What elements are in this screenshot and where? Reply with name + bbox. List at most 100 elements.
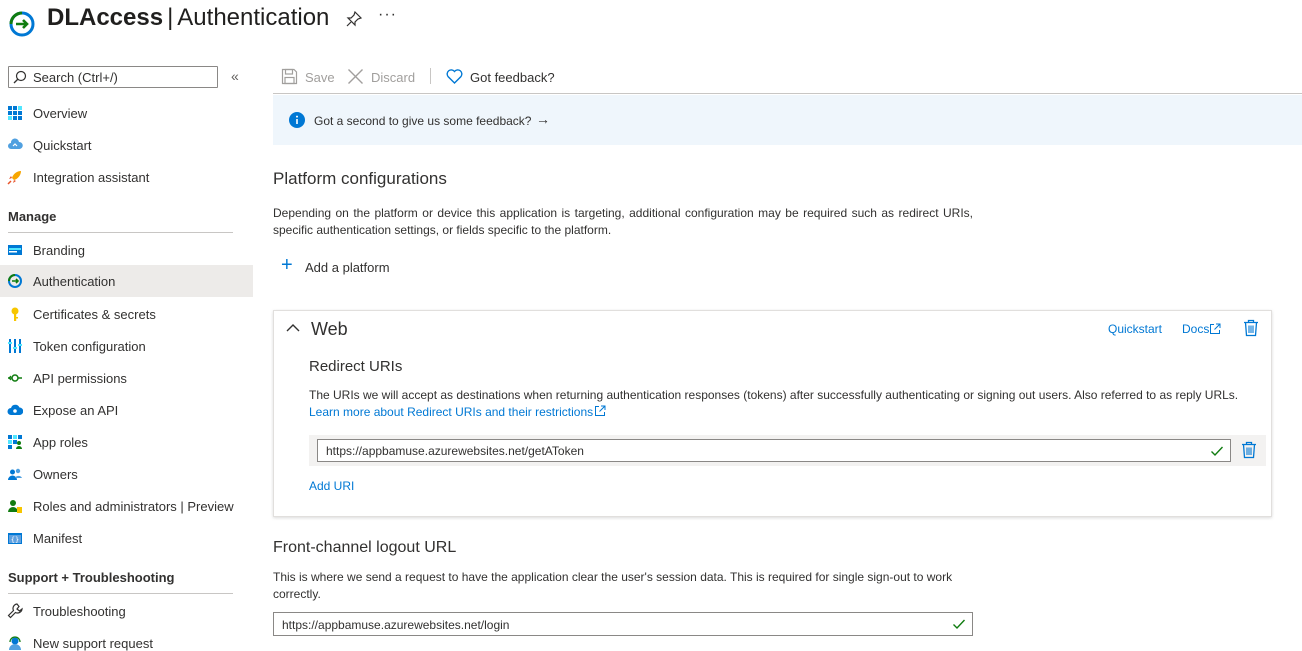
sidebar-item-roles-administrators[interactable]: Roles and administrators | Preview: [0, 490, 253, 522]
sidebar-item-label: Expose an API: [33, 403, 119, 418]
docs-link[interactable]: Docs: [1182, 322, 1209, 336]
page-name: Authentication: [177, 4, 330, 31]
learn-more-link[interactable]: Learn more about Redirect URIs and their…: [309, 405, 593, 419]
sidebar-item-label: Integration assistant: [33, 170, 150, 185]
more-options-icon[interactable]: ···: [378, 6, 397, 24]
token-icon: [8, 339, 22, 353]
owners-icon: [8, 468, 22, 480]
heart-icon: [446, 69, 463, 84]
logout-url-title: Front-channel logout URL: [273, 539, 457, 556]
svg-text:{}: {}: [11, 536, 19, 544]
sidebar-item-label: Overview: [33, 106, 88, 121]
redirect-uris-title: Redirect URIs: [309, 358, 403, 375]
plus-icon: +: [281, 254, 293, 276]
app-roles-icon: [8, 435, 22, 449]
feedback-label: Got feedback?: [470, 70, 555, 85]
toolbar: Save Discard Got feedback?: [273, 60, 1302, 94]
sidebar-item-label: Certificates & secrets: [33, 307, 156, 322]
section-divider: [8, 232, 233, 233]
roles-admin-icon: [8, 500, 22, 513]
header: DLAccess | Authentication ···: [0, 0, 1302, 48]
main-content: Save Discard Got feedback? Got a second …: [273, 60, 1302, 651]
save-button[interactable]: Save: [281, 68, 341, 86]
discard-label: Discard: [371, 70, 416, 85]
support-icon: [9, 636, 21, 650]
delete-platform-icon[interactable]: [1243, 319, 1259, 337]
sidebar-item-api-permissions[interactable]: API permissions: [0, 362, 253, 394]
redirect-uri-input[interactable]: https://appbamuse.azurewebsites.net/getA…: [317, 439, 1231, 462]
cloud-icon: [7, 404, 23, 415]
delete-uri-icon[interactable]: [1241, 441, 1257, 459]
sidebar-item-owners[interactable]: Owners: [0, 458, 253, 490]
search-placeholder: Search (Ctrl+/): [33, 70, 118, 85]
redirect-uri-value: https://appbamuse.azurewebsites.net/getA…: [326, 444, 584, 458]
close-icon: [348, 69, 363, 84]
manifest-icon: {}: [8, 533, 22, 544]
external-link-icon: [595, 405, 606, 416]
feedback-button[interactable]: Got feedback?: [446, 68, 561, 86]
add-platform-label: Add a platform: [305, 260, 390, 275]
add-uri-link[interactable]: Add URI: [309, 479, 354, 493]
sidebar-item-troubleshooting[interactable]: Troubleshooting: [0, 595, 253, 627]
sidebar-item-manifest[interactable]: {} Manifest: [0, 522, 253, 554]
arrow-right-icon: →: [536, 111, 550, 127]
redirect-desc-text: The URIs we will accept as destinations …: [309, 388, 1239, 402]
sidebar-item-overview[interactable]: Overview: [0, 97, 253, 129]
branding-icon: [8, 245, 22, 255]
sidebar-item-integration-assistant[interactable]: Integration assistant: [0, 161, 253, 193]
section-divider: [8, 593, 233, 594]
sidebar-item-token-configuration[interactable]: Token configuration: [0, 330, 253, 362]
sidebar-item-label: Owners: [33, 467, 78, 482]
redirect-uri-row: https://appbamuse.azurewebsites.net/getA…: [309, 435, 1266, 466]
collapse-sidebar-icon[interactable]: «: [231, 68, 239, 84]
api-permissions-icon: [8, 374, 22, 382]
authentication-icon: [8, 274, 22, 288]
key-icon: [11, 307, 19, 321]
rocket-icon: [7, 171, 21, 185]
sidebar-item-authentication[interactable]: Authentication: [0, 265, 253, 297]
add-platform-button[interactable]: + Add a platform: [281, 254, 411, 276]
sidebar-item-quickstart[interactable]: Quickstart: [0, 129, 253, 161]
sidebar-item-new-support-request[interactable]: New support request: [0, 627, 253, 651]
platform-configurations-title: Platform configurations: [273, 169, 447, 188]
app-name: DLAccess: [47, 4, 164, 31]
sidebar-item-label: Roles and administrators | Preview: [33, 499, 234, 514]
app-logo-icon: [9, 11, 35, 37]
page-title: DLAccess | Authentication: [47, 4, 329, 32]
sidebar-item-app-roles[interactable]: App roles: [0, 426, 253, 458]
sidebar-item-label: Manifest: [33, 531, 83, 546]
save-label: Save: [305, 70, 335, 85]
sidebar-item-label: Troubleshooting: [33, 604, 126, 619]
pin-icon[interactable]: [346, 11, 362, 27]
info-icon: [289, 112, 305, 128]
logout-url-value: https://appbamuse.azurewebsites.net/logi…: [282, 618, 510, 632]
chevron-up-icon[interactable]: [286, 321, 300, 335]
support-section-title: Support + Troubleshooting: [8, 570, 175, 585]
sidebar-item-branding[interactable]: Branding: [0, 234, 253, 266]
sidebar-item-label: Authentication: [33, 274, 116, 289]
sidebar-item-label: App roles: [33, 435, 88, 450]
sidebar: Search (Ctrl+/) « Overview Quickstart In…: [0, 60, 253, 651]
quickstart-icon: [8, 138, 23, 149]
quickstart-link[interactable]: Quickstart: [1108, 322, 1162, 336]
feedback-banner[interactable]: Got a second to give us some feedback? →: [273, 95, 1302, 145]
logout-url-description: This is where we send a request to have …: [273, 570, 953, 601]
external-link-icon: [1210, 323, 1221, 334]
sidebar-item-label: Branding: [33, 243, 86, 258]
wrench-icon: [7, 603, 23, 619]
sidebar-item-expose-api[interactable]: Expose an API: [0, 394, 253, 426]
discard-button[interactable]: Discard: [347, 68, 419, 86]
sidebar-item-label: New support request: [33, 636, 153, 651]
checkmark-icon: [1211, 446, 1224, 457]
title-separator: |: [167, 4, 174, 31]
banner-text: Got a second to give us some feedback?: [314, 114, 532, 128]
search-icon: [13, 70, 27, 84]
logout-url-input[interactable]: https://appbamuse.azurewebsites.net/logi…: [273, 612, 973, 636]
sidebar-search-input[interactable]: Search (Ctrl+/): [8, 66, 218, 88]
sidebar-item-label: API permissions: [33, 371, 127, 386]
redirect-uris-description: The URIs we will accept as destinations …: [309, 387, 1249, 421]
sidebar-item-certificates-secrets[interactable]: Certificates & secrets: [0, 298, 253, 330]
web-card-title: Web: [311, 319, 348, 339]
sidebar-item-label: Token configuration: [33, 339, 146, 354]
checkmark-icon: [953, 619, 966, 630]
